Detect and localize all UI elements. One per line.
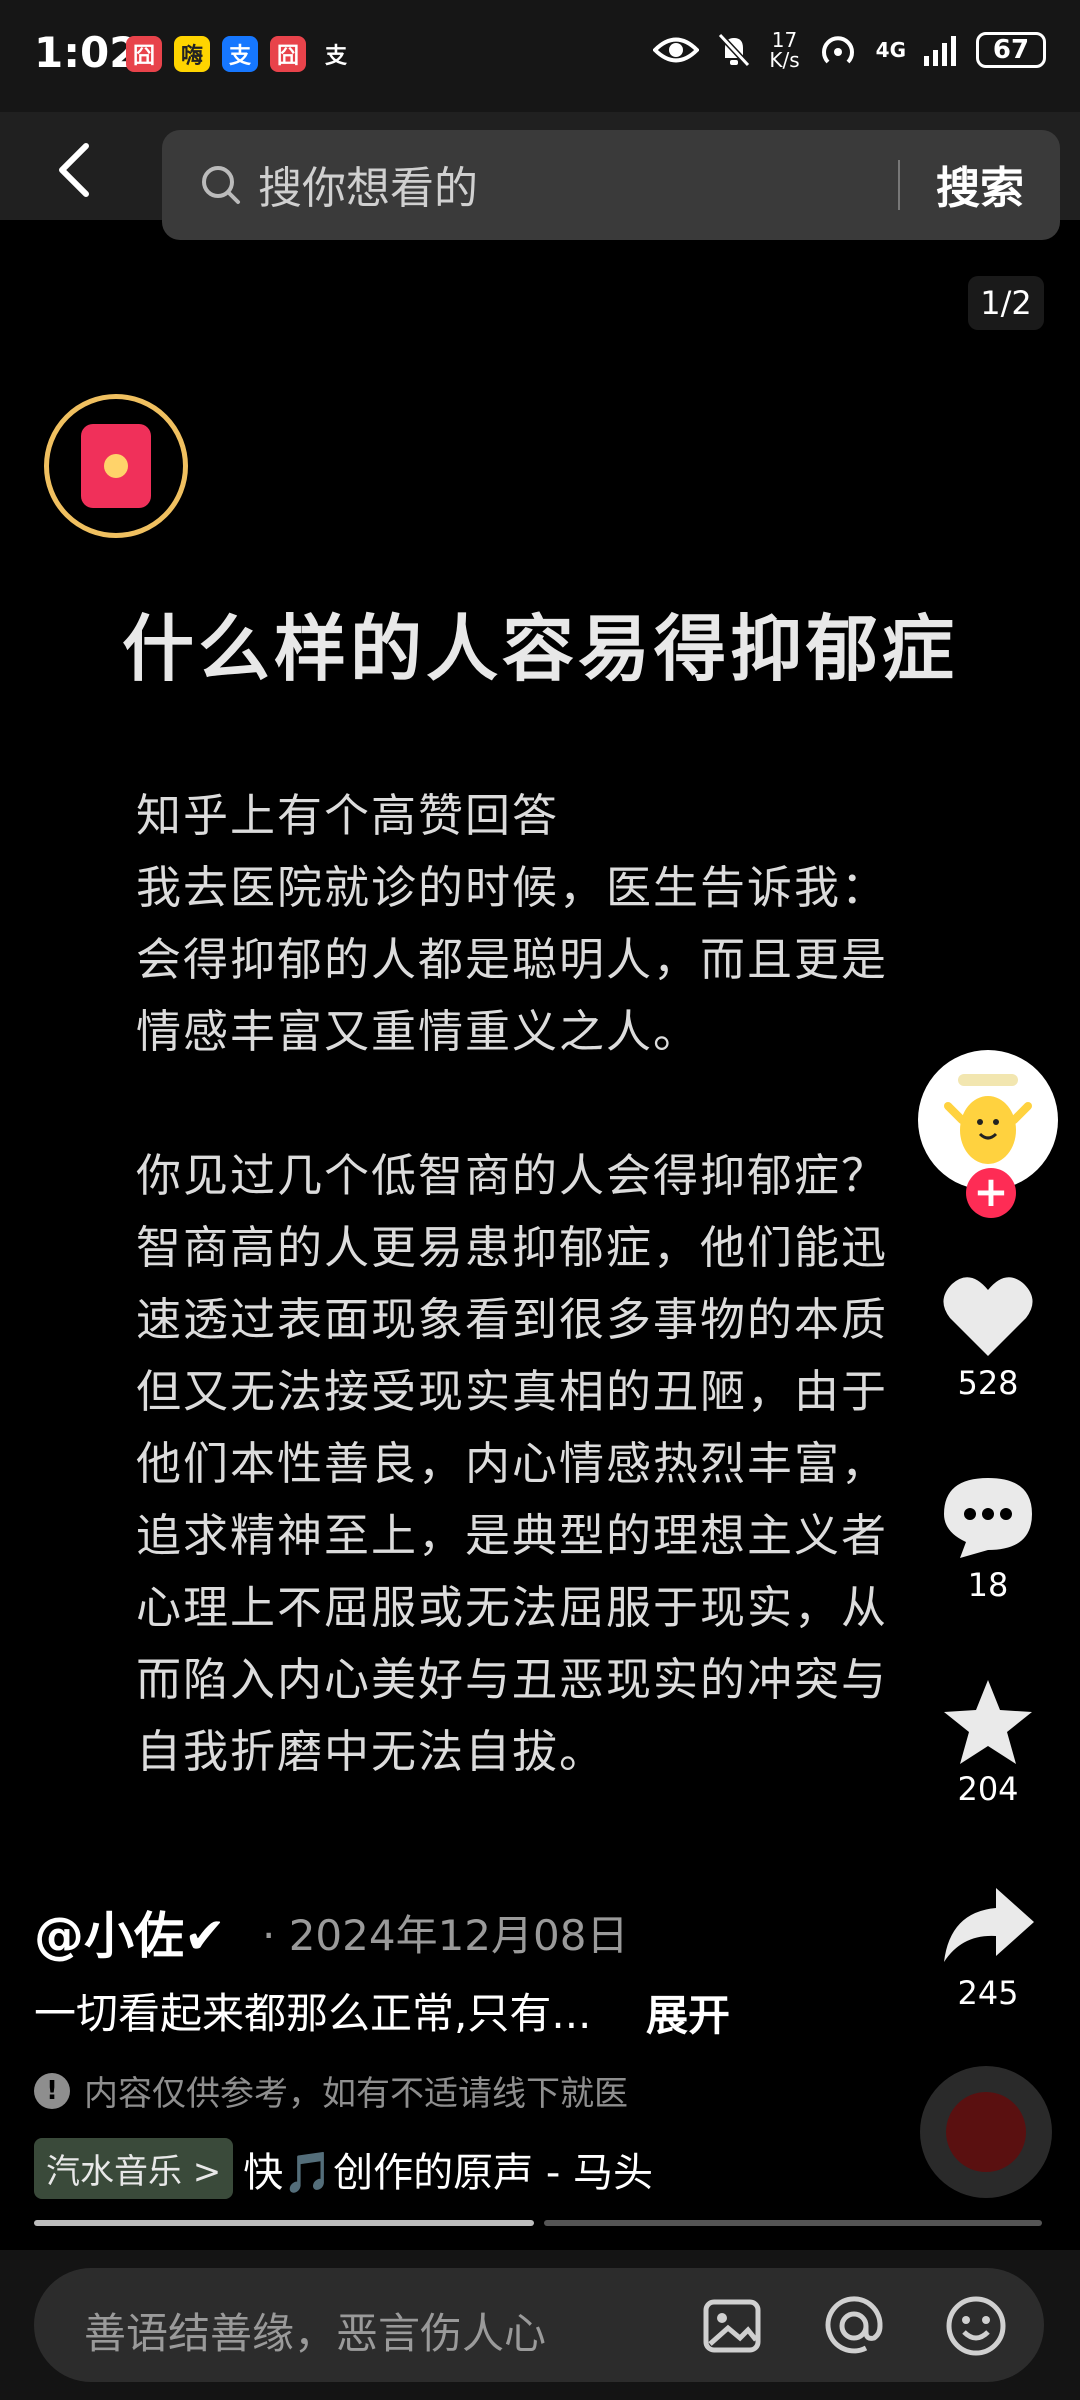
post-headline: 什么样的人容易得抑郁症 [121,607,958,691]
post-line: 速透过表面现象看到很多事物的本质 [136,1293,889,1346]
author-name[interactable]: @小佐✔ [34,1896,226,1968]
author-avatar[interactable]: + [918,1050,1058,1218]
status-bar: 1:02 囧 嗨 支 囧 支 17 K/s 4G 67 [0,0,1080,112]
disclaimer: ! 内容仅供参考，如有不适请线下就医 [34,2066,628,2115]
music-disc-icon[interactable] [920,2066,1052,2198]
post-line: 知乎上有个高赞回答 [136,789,560,842]
search-header: 搜你想看的 搜索 [0,112,1080,240]
signal-icon [924,36,956,66]
eye-icon [653,37,700,63]
search-placeholder: 搜你想看的 [258,163,478,214]
heart-icon [943,1277,1033,1356]
post-line: 自我折磨中无法自拔。 [136,1725,607,1778]
search-input[interactable]: 搜你想看的 搜索 [162,130,1060,240]
back-arrow-icon[interactable] [50,140,102,200]
net-speed-value: 17 [771,28,798,52]
image-icon[interactable] [700,2294,764,2358]
music-app-tag[interactable]: 汽水音乐 > [34,2138,234,2199]
post-line: 我去医院就诊的时候，医生告诉我： [136,861,889,914]
comment-bar: 善语结善缘，恶言伤人心 [0,2250,1080,2400]
disclaimer-text: 内容仅供参考，如有不适请线下就医 [84,2074,628,2114]
emoji-icon[interactable] [944,2294,1008,2358]
alipay-icon: 支 [222,36,258,72]
share-arrow-icon [944,1888,1034,1962]
warning-icon: ! [34,2072,70,2109]
post-line: 会得抑郁的人都是聪明人，而且更是 [136,933,889,986]
music-cover [946,2092,1026,2172]
app-notification-icon: 嗨 [174,36,210,72]
comment-button[interactable]: 18 [918,1474,1058,1604]
notification-icons: 囧 嗨 支 囧 支 [126,36,354,72]
battery-indicator: 67 [976,32,1046,68]
star-icon [944,1680,1032,1764]
hotspot-icon [821,36,854,64]
mute-bell-icon [718,32,751,68]
like-button[interactable]: 528 [918,1272,1058,1402]
follow-plus-button[interactable]: + [966,1168,1016,1218]
like-count: 528 [957,1364,1019,1402]
red-packet-icon[interactable] [44,394,188,538]
post-description: 一切看起来都那么正常,只有... [34,1989,592,2038]
favorite-count: 204 [957,1770,1019,1808]
network-type: 4G [875,38,906,62]
share-button[interactable]: 245 [918,1882,1058,2012]
net-speed-unit: K/s [769,48,800,72]
comment-bubble-icon [944,1478,1032,1558]
status-time: 1:02 [34,28,139,77]
post-line: 智商高的人更易患抑郁症，他们能迅 [136,1221,889,1274]
alipay-outline-icon: 支 [324,44,347,69]
favorite-button[interactable]: 204 [918,1678,1058,1808]
page-progress-2 [544,2220,1042,2226]
net-speed: 17 K/s [769,30,799,70]
post-date: · 2024年12月08日 [262,1911,629,1960]
post-body: 知乎上有个高赞回答 我去医院就诊的时候，医生告诉我： 会得抑郁的人都是聪明人，而… [136,780,976,1788]
post-line: 他们本性善良，内心情感热烈丰富， [136,1437,889,1490]
comment-placeholder: 善语结善缘，恶言伤人心 [84,2309,547,2358]
expand-button[interactable]: 展开 [646,1982,730,2043]
music-row[interactable]: 汽水音乐 > 快🎵创作的原声 - 马头 [34,2138,653,2199]
comment-input[interactable]: 善语结善缘，恶言伤人心 [34,2268,1044,2382]
search-icon [202,166,240,204]
post-line: 情感丰富又重情重义之人。 [136,1005,701,1058]
share-count: 245 [957,1974,1019,2012]
post-line: 但又无法接受现实真相的丑陋，由于 [136,1365,889,1418]
cartoon-avatar-icon [944,1074,1032,1164]
post-line: 而陷入内心美好与丑恶现实的冲突与 [136,1653,889,1706]
search-button[interactable]: 搜索 [936,152,1024,216]
system-indicators: 17 K/s 4G 67 [653,30,1046,70]
post-line: 追求精神至上，是典型的理想主义者 [136,1509,889,1562]
mention-icon[interactable] [822,2294,886,2358]
post-line: 心理上不屈服或无法屈服于现实，从 [136,1581,889,1634]
comment-count: 18 [967,1566,1009,1604]
post-line: 你见过几个低智商的人会得抑郁症？ [136,1149,889,1202]
search-divider [898,160,900,210]
app-notification-icon: 囧 [126,36,162,72]
music-title[interactable]: 快🎵创作的原声 - 马头 [243,2140,653,2198]
page-progress-1 [34,2220,534,2226]
app-notification-icon: 囧 [270,36,306,72]
red-envelope-icon [81,424,151,508]
image-pager: 1/2 [968,276,1044,330]
